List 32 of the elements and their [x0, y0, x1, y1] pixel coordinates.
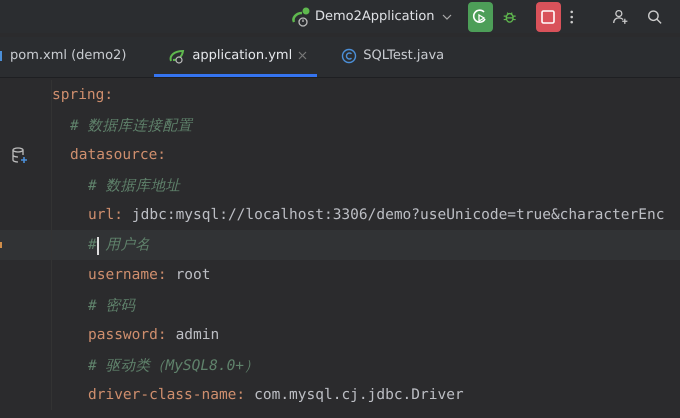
code-comment: # 数据库地址	[88, 178, 180, 194]
stop-button[interactable]	[536, 2, 562, 32]
spring-boot-icon	[290, 6, 312, 28]
code-comment: # 密码	[88, 298, 136, 314]
rerun-button[interactable]	[468, 2, 494, 32]
code-comment: # 驱动类（MySQL8.0+）	[88, 358, 260, 374]
yaml-key: url:	[88, 207, 123, 223]
yaml-value: root	[176, 267, 210, 283]
database-icon[interactable]	[11, 146, 29, 164]
editor-tab[interactable]: pom.xml (demo2)	[0, 37, 140, 77]
chevron-down-icon	[442, 14, 452, 20]
yaml-value: admin	[176, 327, 220, 343]
yaml-key: spring:	[52, 87, 114, 103]
editor-tab[interactable]: application.yml	[154, 37, 318, 77]
yaml-key: username:	[88, 267, 167, 283]
editor-tab[interactable]: SQLTest.java	[327, 37, 458, 77]
yaml-value: com.mysql.cj.jdbc.Driver	[254, 387, 464, 403]
class-icon	[341, 48, 358, 64]
change-marker	[0, 242, 2, 248]
file-icon	[0, 50, 4, 62]
yaml-value: jdbc:mysql://localhost:3306/demo?useUnicode=true&characterEnc	[132, 207, 664, 223]
stop-icon	[540, 8, 556, 24]
search-icon[interactable]	[646, 8, 662, 26]
yaml-key: password:	[88, 327, 167, 343]
spring-boot-icon	[168, 48, 186, 64]
yaml-key: driver-class-name:	[88, 387, 246, 403]
run-configuration-selector[interactable]: Demo2Application	[290, 6, 452, 28]
yaml-key: datasource:	[70, 147, 166, 163]
close-icon[interactable]	[298, 51, 308, 60]
more-options-icon[interactable]	[570, 8, 574, 24]
code-comment: # 用户名	[88, 237, 150, 254]
code-comment: # 数据库连接配置	[70, 118, 192, 134]
